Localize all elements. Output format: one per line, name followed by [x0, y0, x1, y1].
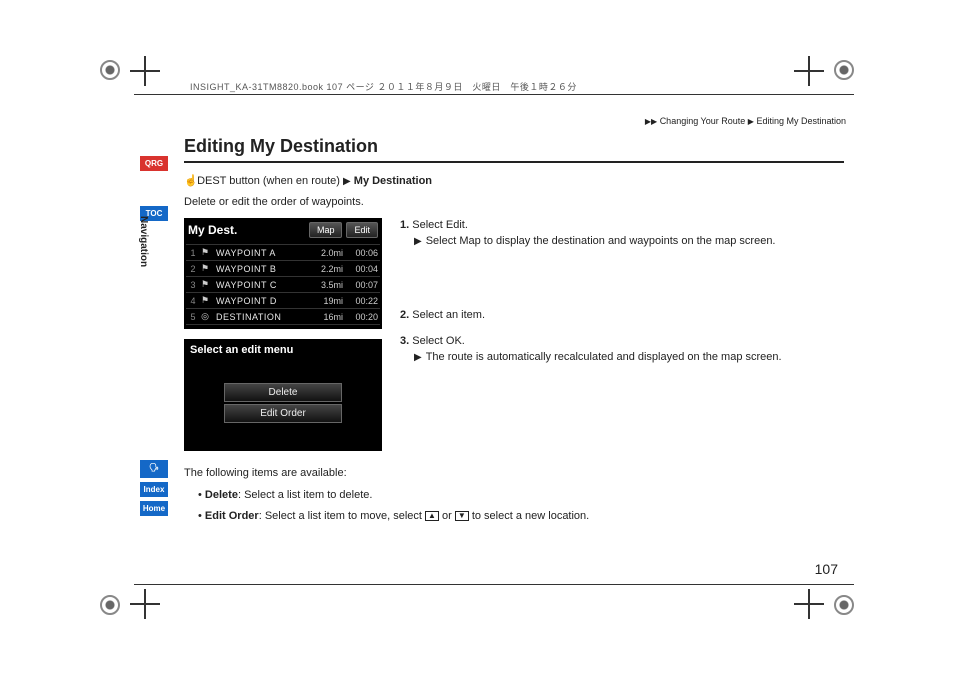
device-row: 3 ⚑ WAYPOINT C 3.5mi 00:07	[186, 276, 380, 292]
step-3: 3. Select OK. ▶ The route is automatical…	[400, 334, 844, 366]
cropmark-icon	[834, 60, 854, 80]
row-name: DESTINATION	[212, 312, 313, 322]
row-name: WAYPOINT C	[212, 280, 313, 290]
step-num: 1.	[400, 219, 409, 231]
section-label: Navigation	[138, 216, 149, 267]
tab-home[interactable]: Home	[140, 501, 168, 516]
intro-block: ☝ DEST button (when en route) ▶ My Desti…	[184, 173, 844, 210]
triangle-icon: ▶	[414, 350, 422, 366]
page-number: 107	[815, 561, 838, 577]
row-num: 2	[188, 264, 198, 274]
breadcrumb: ▶▶ Changing Your Route ▶ Editing My Dest…	[645, 116, 846, 126]
flag-icon: ⚑	[198, 279, 212, 290]
step-num: 2.	[400, 309, 409, 321]
device-screenshot-editmenu: Select an edit menu Delete Edit Order	[184, 339, 382, 451]
voice-icon: 🗣	[149, 463, 159, 472]
cropmark-icon	[794, 56, 824, 86]
cropmark-icon	[100, 60, 120, 80]
row-name: WAYPOINT B	[212, 264, 313, 274]
device-title: My Dest.	[188, 223, 237, 237]
row-time: 00:07	[343, 280, 378, 290]
divider	[134, 94, 854, 95]
row-time: 00:06	[343, 248, 378, 258]
device-tab-map: Map	[309, 222, 343, 238]
step-sub: The route is automatically recalculated …	[426, 350, 782, 366]
cropmark-icon	[794, 589, 824, 619]
hand-icon: ☝	[184, 173, 194, 190]
tab-qrg[interactable]: QRG	[140, 156, 168, 171]
row-dist: 3.5mi	[313, 280, 343, 290]
cropmark-icon	[130, 56, 160, 86]
flag-icon: ⚑	[198, 295, 212, 306]
row-dist: 2.0mi	[313, 248, 343, 258]
device-row: 1 ⚑ WAYPOINT A 2.0mi 00:06	[186, 244, 380, 260]
row-name: WAYPOINT A	[212, 248, 313, 258]
triangle-icon: ▶	[748, 117, 754, 126]
file-info-header: INSIGHT_KA-31TM8820.book 107 ページ ２０１１年８月…	[190, 80, 577, 93]
step-sub: Select Map to display the destination an…	[426, 234, 776, 250]
row-num: 1	[188, 248, 198, 258]
step-text: Select an item.	[412, 309, 485, 321]
triangle-icon: ▶	[414, 234, 422, 250]
bullet-editorder: • Edit Order: Select a list item to move…	[198, 508, 844, 526]
device2-delete: Delete	[224, 383, 342, 402]
intro-line1a: DEST button (when en route)	[197, 175, 340, 187]
row-num: 3	[188, 280, 198, 290]
step-text: Select Edit.	[412, 219, 468, 231]
divider	[134, 584, 854, 585]
cropmark-icon	[130, 589, 160, 619]
row-dist: 2.2mi	[313, 264, 343, 274]
step-1: 1. Select Edit. ▶ Select Map to display …	[400, 218, 844, 250]
breadcrumb-page: Editing My Destination	[756, 116, 846, 126]
tab-index[interactable]: Index	[140, 482, 168, 497]
tab-voice[interactable]: 🗣	[140, 460, 168, 478]
available-items: The following items are available: • Del…	[184, 465, 844, 526]
device-tab-edit: Edit	[346, 222, 378, 238]
triangle-icon: ▶	[651, 117, 657, 126]
row-time: 00:04	[343, 264, 378, 274]
available-intro: The following items are available:	[184, 465, 844, 483]
row-name: WAYPOINT D	[212, 296, 313, 306]
step-text: Select OK.	[412, 335, 465, 347]
page-title: Editing My Destination	[184, 136, 844, 163]
cropmark-icon	[100, 595, 120, 615]
step-num: 3.	[400, 335, 409, 347]
device-screenshot-mydest: My Dest. Map Edit 1 ⚑ WAYPOINT A 2.0mi 0…	[184, 218, 382, 329]
triangle-icon: ▶	[343, 176, 351, 187]
cropmark-icon	[834, 595, 854, 615]
device-row: 5 ◎ DESTINATION 16mi 00:20	[186, 308, 380, 325]
row-time: 00:20	[343, 312, 378, 322]
row-dist: 16mi	[313, 312, 343, 322]
row-num: 4	[188, 296, 198, 306]
row-time: 00:22	[343, 296, 378, 306]
row-num: 5	[188, 312, 198, 322]
flag-icon: ⚑	[198, 247, 212, 258]
up-arrow-icon: ▲	[425, 511, 439, 521]
flag-icon: ⚑	[198, 263, 212, 274]
device2-editorder: Edit Order	[224, 404, 342, 423]
row-dist: 19mi	[313, 296, 343, 306]
device-row: 4 ⚑ WAYPOINT D 19mi 00:22	[186, 292, 380, 308]
breadcrumb-section: Changing Your Route	[660, 116, 746, 126]
device-row: 2 ⚑ WAYPOINT B 2.2mi 00:04	[186, 260, 380, 276]
step-2: 2. Select an item.	[400, 308, 844, 324]
bullet-delete: • Delete: Select a list item to delete.	[198, 487, 844, 505]
down-arrow-icon: ▼	[455, 511, 469, 521]
intro-line1b: My Destination	[354, 175, 432, 187]
intro-line2: Delete or edit the order of waypoints.	[184, 194, 844, 211]
target-icon: ◎	[198, 311, 212, 322]
device2-title: Select an edit menu	[184, 339, 382, 361]
